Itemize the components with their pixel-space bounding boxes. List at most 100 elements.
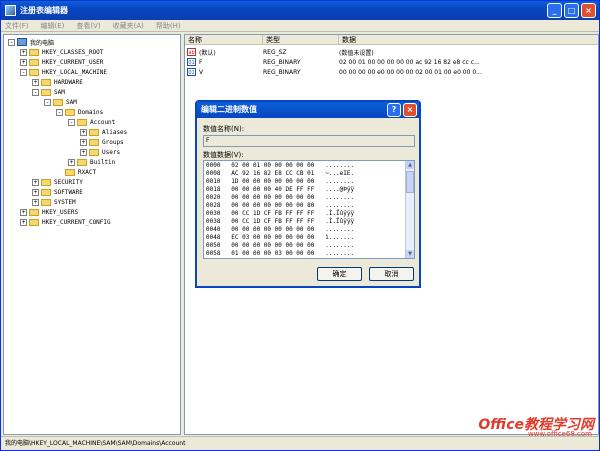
- collapse-icon[interactable]: -: [44, 98, 51, 106]
- tree-node[interactable]: + Groups: [80, 137, 124, 147]
- dialog-close-button[interactable]: ×: [403, 103, 417, 117]
- hex-editor[interactable]: ▲ ▼ 0000 02 00 01 00 00 00 00 00 .......…: [203, 160, 415, 259]
- registry-tree[interactable]: - 我的电脑 + HKEY_CLASSES_ROOT + HKEY_CURRENT_USE…: [3, 34, 181, 435]
- minimize-button[interactable]: _: [547, 3, 562, 18]
- tree-node[interactable]: - SAM: [44, 97, 77, 107]
- tree-node-label: SECURITY: [54, 178, 83, 186]
- tree-node[interactable]: - Domains: [56, 107, 103, 117]
- column-data[interactable]: 数据: [339, 35, 598, 45]
- value-row[interactable]: ab (默认) REG_SZ (数值未设置): [185, 47, 598, 57]
- folder-icon: [29, 218, 39, 226]
- tree-node[interactable]: - Account: [68, 117, 115, 127]
- expand-icon[interactable]: +: [32, 78, 39, 86]
- folder-icon: [29, 48, 39, 56]
- expand-icon[interactable]: +: [20, 58, 27, 66]
- value-data: 02 00 01 00 00 00 00 00 ac 92 16 82 e8 c…: [339, 58, 480, 66]
- expand-icon[interactable]: +: [20, 218, 27, 226]
- dialog-title[interactable]: 编辑二进制数值: [197, 102, 419, 118]
- tree-node[interactable]: - SAM: [32, 87, 65, 97]
- expand-icon[interactable]: +: [32, 198, 39, 206]
- tree-node[interactable]: RXACT: [56, 167, 96, 177]
- tree-node[interactable]: + HKEY_CURRENT_USER: [20, 57, 103, 67]
- hex-row[interactable]: 0020 00 00 00 00 00 00 00 00 ........: [206, 194, 354, 202]
- folder-icon: [77, 118, 87, 126]
- value-row[interactable]: 01 F REG_BINARY 02 00 01 00 00 00 00 00 ac …: [185, 57, 598, 67]
- value-type: REG_SZ: [263, 48, 287, 56]
- tree-node[interactable]: + Aliases: [80, 127, 127, 137]
- tree-node[interactable]: + Builtin: [68, 157, 115, 167]
- regedit-app-icon: [5, 5, 16, 16]
- hex-row[interactable]: 0048 EC 03 00 00 00 00 00 00 ì.......: [206, 234, 354, 242]
- tree-node[interactable]: - HKEY_LOCAL_MACHINE: [20, 67, 107, 77]
- folder-icon: [41, 178, 51, 186]
- dialog-help-button[interactable]: ?: [387, 103, 401, 117]
- collapse-icon[interactable]: -: [32, 88, 39, 96]
- tree-node[interactable]: + Users: [80, 147, 120, 157]
- hex-row[interactable]: 0010 1D 00 00 00 00 00 00 00 ........: [206, 178, 354, 186]
- expand-icon[interactable]: +: [20, 48, 27, 56]
- menu-favorites[interactable]: 收藏夹(A): [113, 21, 144, 31]
- string-value-icon: ab: [187, 48, 196, 56]
- tree-node[interactable]: + SECURITY: [32, 177, 83, 187]
- title-bar[interactable]: 注册表编辑器 _ □ ×: [1, 1, 599, 20]
- tree-node-label: HKEY_CURRENT_USER: [42, 58, 104, 66]
- scroll-down-icon[interactable]: ▼: [406, 250, 414, 258]
- folder-icon: [53, 98, 63, 106]
- tree-node[interactable]: + HKEY_CLASSES_ROOT: [20, 47, 103, 57]
- tree-node[interactable]: - 我的电脑: [8, 37, 54, 47]
- folder-icon: [89, 148, 99, 156]
- expand-icon[interactable]: +: [32, 188, 39, 196]
- hex-row[interactable]: 0028 00 00 00 00 00 00 00 80 ........: [206, 202, 354, 210]
- binary-value-icon: 01: [187, 68, 196, 76]
- value-name: F: [199, 58, 203, 66]
- collapse-icon[interactable]: -: [8, 38, 15, 46]
- menu-bar: 文件(F) 编辑(E) 查看(V) 收藏夹(A) 帮助(H): [1, 20, 599, 32]
- expand-icon[interactable]: +: [32, 178, 39, 186]
- menu-edit[interactable]: 编辑(E): [41, 21, 65, 31]
- expand-icon[interactable]: +: [80, 148, 87, 156]
- collapse-icon[interactable]: -: [20, 68, 27, 76]
- menu-help[interactable]: 帮助(H): [156, 21, 181, 31]
- collapse-icon[interactable]: -: [56, 108, 63, 116]
- folder-icon: [65, 108, 75, 116]
- column-name[interactable]: 名称: [185, 35, 263, 45]
- tree-node[interactable]: + HARDWARE: [32, 77, 83, 87]
- value-name: V: [199, 68, 204, 76]
- collapse-icon[interactable]: -: [68, 118, 75, 126]
- column-type[interactable]: 类型: [263, 35, 339, 45]
- hex-row[interactable]: 0050 00 00 00 00 00 00 00 00 ........: [206, 242, 354, 250]
- hex-row[interactable]: 0000 02 00 01 00 00 00 00 00 ........: [206, 162, 354, 170]
- scroll-thumb[interactable]: [406, 171, 414, 193]
- value-row[interactable]: 01 V REG_BINARY 00 00 00 00 e0 00 00 00 02 …: [185, 67, 598, 77]
- hex-row[interactable]: 0038 00 CC 1D CF FB FF FF FF .Ì.Ïûÿÿÿ: [206, 218, 354, 226]
- tree-node[interactable]: + SYSTEM: [32, 197, 76, 207]
- tree-node[interactable]: + SOFTWARE: [32, 187, 83, 197]
- maximize-button[interactable]: □: [564, 3, 579, 18]
- hex-row[interactable]: 0040 00 00 00 00 00 00 00 00 ........: [206, 226, 354, 234]
- ok-button[interactable]: 确定: [317, 267, 362, 281]
- hex-row[interactable]: 0018 00 00 00 00 40 DE FF FF ....@Þÿÿ: [206, 186, 354, 194]
- expand-icon[interactable]: +: [68, 158, 75, 166]
- tree-node[interactable]: + HKEY_CURRENT_CONFIG: [20, 217, 111, 227]
- tree-node[interactable]: + HKEY_USERS: [20, 207, 78, 217]
- hex-scrollbar[interactable]: ▲ ▼: [405, 161, 414, 258]
- folder-icon: [77, 158, 87, 166]
- window-title: 注册表编辑器: [20, 6, 68, 15]
- tree-node-label: HARDWARE: [54, 78, 83, 86]
- folder-icon: [29, 208, 39, 216]
- hex-row[interactable]: 0058 01 00 00 00 03 00 00 00 ........: [206, 250, 354, 258]
- cancel-button[interactable]: 取消: [369, 267, 414, 281]
- menu-file[interactable]: 文件(F): [5, 21, 29, 31]
- hex-row[interactable]: 0030 00 CC 1D CF FB FF FF FF .Ì.Ïûÿÿÿ: [206, 210, 354, 218]
- expand-icon[interactable]: +: [80, 138, 87, 146]
- value-type: REG_BINARY: [263, 58, 301, 66]
- hex-row[interactable]: 0008 AC 92 16 82 E8 CC CB 01 ~...eIE.: [206, 170, 354, 178]
- close-button[interactable]: ×: [581, 3, 596, 18]
- expand-icon[interactable]: +: [80, 128, 87, 136]
- tree-node-label: HKEY_USERS: [42, 208, 79, 216]
- status-bar: 我的电脑\HKEY_LOCAL_MACHINE\SAM\SAM\Domains\…: [1, 436, 599, 450]
- menu-view[interactable]: 查看(V): [76, 21, 100, 31]
- scroll-up-icon[interactable]: ▲: [406, 161, 414, 169]
- expand-icon[interactable]: +: [20, 208, 27, 216]
- tree-node-label: SOFTWARE: [54, 188, 83, 196]
